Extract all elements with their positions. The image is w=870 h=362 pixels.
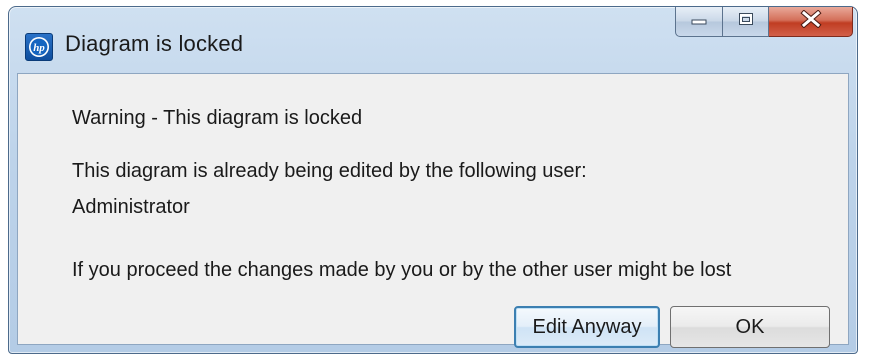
svg-text:hp: hp: [33, 42, 45, 54]
maximize-icon: [737, 11, 755, 32]
window-title: Diagram is locked: [65, 31, 244, 56]
ok-button[interactable]: OK: [670, 306, 830, 348]
hp-logo-icon: hp: [25, 33, 53, 61]
warning-text: Warning - This diagram is locked: [72, 107, 363, 129]
editing-notice-text: This diagram is already being edited by …: [72, 160, 587, 182]
locking-user-text: Administrator: [72, 196, 190, 218]
maximize-button[interactable]: [723, 7, 769, 37]
close-button[interactable]: [769, 7, 853, 37]
minimize-button[interactable]: [675, 7, 723, 37]
data-loss-warning-text: If you proceed the changes made by you o…: [72, 259, 732, 281]
title-bar[interactable]: hp Diagram is locked: [9, 7, 857, 73]
dialog-body: Warning - This diagram is locked This di…: [17, 73, 849, 348]
close-icon: [799, 9, 822, 33]
edit-anyway-button[interactable]: Edit Anyway: [514, 306, 660, 348]
window-controls: [675, 7, 853, 39]
minimize-icon: [690, 13, 708, 31]
dialog-window: hp Diagram is locked Warning - This diag…: [8, 6, 858, 354]
